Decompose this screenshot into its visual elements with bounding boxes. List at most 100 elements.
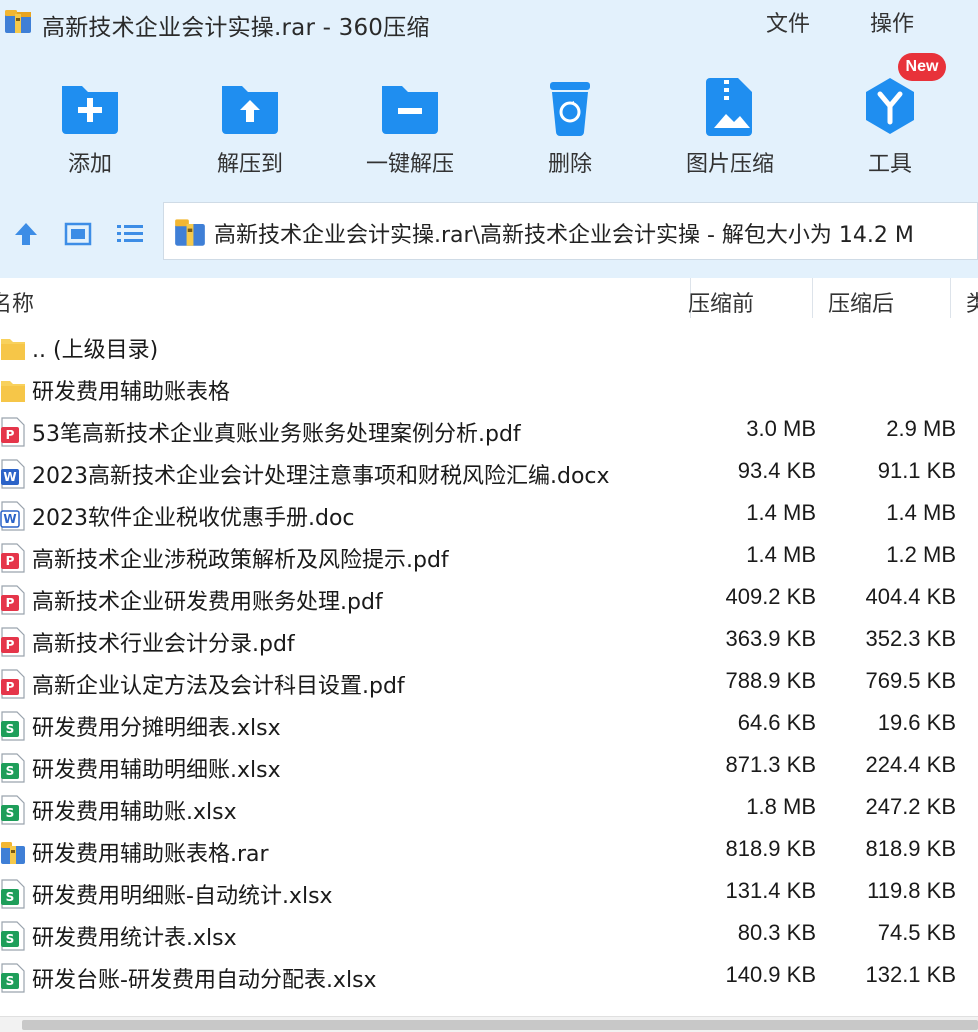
title-bar: 高新技术企业会计实操.rar - 360压缩 文件 操作: [0, 0, 978, 44]
spreadsheet-file-icon: S: [0, 711, 26, 741]
svg-text:P: P: [6, 554, 15, 568]
file-name: 高新企业认定方法及会计科目设置.pdf: [32, 674, 405, 699]
horizontal-scrollbar[interactable]: [0, 1016, 978, 1032]
tools-icon: [866, 78, 914, 134]
file-name: 2023高新技术企业会计处理注意事项和财税风险汇编.docx: [32, 464, 610, 489]
file-row[interactable]: S 研发费用辅助账.xlsx 1.8 MB 247.2 KB: [0, 788, 978, 830]
pdf-file-icon: P: [0, 627, 26, 657]
image-compress-label: 图片压缩: [685, 152, 774, 177]
spreadsheet-file-icon: S: [0, 921, 26, 951]
column-type-header[interactable]: 类: [966, 286, 978, 318]
svg-text:S: S: [6, 722, 15, 736]
file-size: 140.9 KB: [725, 962, 816, 987]
file-size: 3.0 MB: [746, 416, 816, 441]
extract-to-icon: [222, 86, 278, 134]
list-header: 名称 压缩前 压缩后 类: [0, 278, 978, 322]
spreadsheet-file-icon: S: [0, 753, 26, 783]
file-row[interactable]: P 高新技术企业研发费用账务处理.pdf 409.2 KB 404.4 KB: [0, 578, 978, 620]
file-name: 研发费用辅助账.xlsx: [32, 800, 237, 825]
file-compressed-size: 352.3 KB: [865, 626, 956, 651]
file-row[interactable]: P 高新企业认定方法及会计科目设置.pdf 788.9 KB 769.5 KB: [0, 662, 978, 704]
file-compressed-size: 247.2 KB: [865, 794, 956, 819]
svg-text:P: P: [6, 596, 15, 610]
file-name: 研发费用统计表.xlsx: [32, 926, 237, 951]
file-name: 高新技术行业会计分录.pdf: [32, 632, 295, 657]
pdf-file-icon: P: [0, 669, 26, 699]
menu-file[interactable]: 文件: [766, 6, 810, 38]
word-file-icon: W: [0, 459, 26, 489]
delete-label: 删除: [547, 152, 592, 177]
file-name: 2023软件企业税收优惠手册.doc: [32, 506, 355, 531]
one-click-extract-icon: [382, 86, 438, 134]
file-name: 研发费用分摊明细表.xlsx: [32, 716, 281, 741]
thumbnail-view-icon[interactable]: [62, 218, 94, 250]
svg-text:S: S: [6, 764, 15, 778]
file-name: .. (上级目录): [32, 338, 159, 363]
column-compressed-header[interactable]: 压缩后: [828, 286, 894, 318]
tools-label: 工具: [867, 152, 912, 177]
column-divider[interactable]: [950, 278, 951, 318]
svg-text:P: P: [6, 428, 15, 442]
scrollbar-thumb[interactable]: [22, 1020, 978, 1030]
new-badge: New: [898, 53, 946, 81]
file-row[interactable]: 研发费用辅助账表格.rar 818.9 KB 818.9 KB: [0, 830, 978, 872]
address-path: 高新技术企业会计实操.rar\高新技术企业会计实操 - 解包大小为 14.2 M: [214, 223, 914, 248]
list-view-icon[interactable]: [114, 218, 146, 250]
file-compressed-size: 1.2 MB: [886, 542, 956, 567]
svg-text:W: W: [3, 470, 16, 484]
file-row[interactable]: W 2023高新技术企业会计处理注意事项和财税风险汇编.docx 93.4 KB 91…: [0, 452, 978, 494]
file-compressed-size: 19.6 KB: [877, 710, 956, 735]
file-row[interactable]: S 研发费用分摊明细表.xlsx 64.6 KB 19.6 KB: [0, 704, 978, 746]
file-name: 研发费用辅助账表格.rar: [32, 842, 269, 867]
file-row[interactable]: S 研发费用辅助明细账.xlsx 871.3 KB 224.4 KB: [0, 746, 978, 788]
add-folder-icon: [62, 86, 118, 134]
svg-text:P: P: [6, 638, 15, 652]
file-compressed-size: 769.5 KB: [865, 668, 956, 693]
file-row[interactable]: S 研发台账-研发费用自动分配表.xlsx 140.9 KB 132.1 KB: [0, 956, 978, 998]
svg-text:S: S: [6, 890, 15, 904]
file-compressed-size: 119.8 KB: [867, 878, 956, 903]
file-size: 1.8 MB: [746, 794, 816, 819]
file-row[interactable]: P 高新技术企业涉税政策解析及风险提示.pdf 1.4 MB 1.2 MB: [0, 536, 978, 578]
file-list: 名称 压缩前 压缩后 类 .. (上级目录) 研发费用辅助账表格 P 53笔高新技术企…: [0, 278, 978, 1032]
delete-icon: [550, 82, 590, 136]
window-title: 高新技术企业会计实操.rar - 360压缩: [42, 15, 430, 41]
folder-row[interactable]: .. (上级目录): [0, 326, 978, 368]
file-name: 研发费用辅助账表格: [32, 380, 231, 405]
image-compress-icon: [706, 78, 752, 136]
pdf-file-icon: P: [0, 417, 26, 447]
column-name-header[interactable]: 名称: [0, 286, 34, 318]
one-click-extract-label: 一键解压: [365, 152, 454, 177]
file-size: 363.9 KB: [725, 626, 816, 651]
column-size-header[interactable]: 压缩前: [688, 286, 754, 318]
folder-icon: [0, 375, 26, 405]
file-name: 高新技术企业研发费用账务处理.pdf: [32, 590, 383, 615]
svg-text:S: S: [6, 974, 15, 988]
file-size: 788.9 KB: [725, 668, 816, 693]
pdf-file-icon: P: [0, 585, 26, 615]
file-size: 818.9 KB: [725, 836, 816, 861]
folder-row[interactable]: 研发费用辅助账表格: [0, 368, 978, 410]
file-name: 研发费用明细账-自动统计.xlsx: [32, 884, 333, 909]
pdf-file-icon: P: [0, 543, 26, 573]
rar-archive-icon: [175, 219, 205, 246]
file-name: 研发台账-研发费用自动分配表.xlsx: [32, 968, 377, 993]
address-bar[interactable]: 高新技术企业会计实操.rar\高新技术企业会计实操 - 解包大小为 14.2 M: [163, 202, 978, 260]
file-row[interactable]: P 53笔高新技术企业真账业务账务处理案例分析.pdf 3.0 MB 2.9 MB: [0, 410, 978, 452]
column-divider[interactable]: [812, 278, 813, 318]
file-compressed-size: 91.1 KB: [877, 458, 956, 483]
file-row[interactable]: P 高新技术行业会计分录.pdf 363.9 KB 352.3 KB: [0, 620, 978, 662]
file-compressed-size: 2.9 MB: [886, 416, 956, 441]
file-size: 93.4 KB: [737, 458, 816, 483]
menu-operations[interactable]: 操作: [870, 6, 914, 38]
file-row[interactable]: S 研发费用明细账-自动统计.xlsx 131.4 KB 119.8 KB: [0, 872, 978, 914]
rar-archive-icon: [0, 837, 26, 867]
up-arrow-icon[interactable]: [10, 218, 42, 250]
file-row[interactable]: S 研发费用统计表.xlsx 80.3 KB 74.5 KB: [0, 914, 978, 956]
file-row[interactable]: W 2023软件企业税收优惠手册.doc 1.4 MB 1.4 MB: [0, 494, 978, 536]
folder-icon: [0, 333, 26, 363]
extract-to-label: 解压到: [216, 152, 283, 177]
file-name: 高新技术企业涉税政策解析及风险提示.pdf: [32, 548, 449, 573]
file-compressed-size: 74.5 KB: [877, 920, 956, 945]
file-compressed-size: 404.4 KB: [865, 584, 956, 609]
